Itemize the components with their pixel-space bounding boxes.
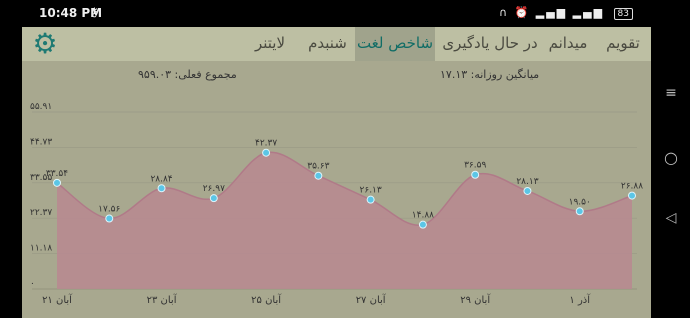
x-axis-labels: ۲۱ آبان ۲۳ آبان ۲۵ آبان ۲۷ آبان ۲۹ آبان ۱ آذر <box>42 293 591 306</box>
data-label: ۳۳.۵۴ <box>46 169 68 179</box>
alarm-icon: ⏰ <box>514 6 531 19</box>
x-tick-label: ۲۱ آبان <box>42 293 73 306</box>
headphones-icon: ∩ <box>499 6 510 19</box>
y-tick-label: ۴۴.۷۳ <box>30 137 52 147</box>
data-point[interactable] <box>575 207 584 216</box>
data-label: ۲۶.۸۸ <box>621 182 643 192</box>
data-point[interactable] <box>157 184 166 193</box>
data-point[interactable] <box>523 186 532 195</box>
tab-calendar[interactable]: تقویم <box>600 27 646 61</box>
app-screen: 10:48 PM ⚷ ∩ ⏰ ▂▄▆ ▂▄▆ 83 ⚙ لایتنر شنبدم… <box>22 0 651 318</box>
data-label: ۲۶.۹۷ <box>203 184 225 194</box>
data-point[interactable] <box>53 178 61 187</box>
status-bar: 10:48 PM ⚷ ∩ ⏰ ▂▄▆ ▂▄▆ 83 <box>22 0 651 27</box>
data-point[interactable] <box>471 170 480 179</box>
signal-icon: ▂▄▆ <box>572 6 605 19</box>
current-total-label: مجموع فعلی: ۹۵۹.۰۳ <box>138 68 237 81</box>
signal-icon: ▂▄▆ <box>535 6 568 19</box>
data-label: ۱۴.۸۸ <box>412 211 434 221</box>
tab-known[interactable]: میدانم <box>543 27 593 61</box>
data-point[interactable] <box>262 148 271 157</box>
data-label: ۱۷.۵۶ <box>98 205 120 215</box>
data-label: ۲۸.۱۳ <box>516 177 538 187</box>
data-label: ۳۵.۶۳ <box>307 162 329 172</box>
data-point[interactable] <box>209 194 218 203</box>
data-point[interactable] <box>366 195 375 204</box>
y-axis-labels: ۰۱۱.۱۸۲۲.۳۷۳۳.۵۵۴۴.۷۳۵۵.۹۱ <box>30 102 52 289</box>
status-icons: ∩ ⏰ ▂▄▆ ▂▄▆ 83 <box>499 6 633 20</box>
data-label: ۳۶.۵۹ <box>464 161 486 171</box>
data-label: ۴۲.۳۷ <box>255 139 277 149</box>
tab-heard[interactable]: شنبدم <box>305 27 350 61</box>
data-label: ۲۶.۱۳ <box>360 186 382 196</box>
tab-leitner[interactable]: لایتنر <box>250 27 290 61</box>
data-point[interactable] <box>105 214 114 223</box>
back-icon[interactable]: ◁ <box>661 210 681 226</box>
data-label: ۲۸.۸۴ <box>150 174 172 184</box>
chart-area <box>57 152 632 289</box>
battery-icon: 83 <box>613 8 633 20</box>
key-icon: ⚷ <box>90 5 99 19</box>
x-tick-label: ۲۵ آبان <box>251 293 282 306</box>
y-tick-label: ۱۱.۱۸ <box>30 244 52 254</box>
data-point[interactable] <box>628 191 636 200</box>
top-toolbar: ⚙ لایتنر شنبدم شاخص لغت در حال یادگیری م… <box>22 27 651 61</box>
home-icon[interactable]: ○ <box>661 148 681 167</box>
data-point[interactable] <box>314 171 323 180</box>
tab-learning[interactable]: در حال یادگیری <box>440 27 540 61</box>
data-label: ۱۹.۵۰ <box>569 197 591 207</box>
y-tick-label: ۲۲.۳۷ <box>30 208 52 218</box>
x-tick-label: ۲۷ آبان <box>356 293 387 306</box>
vocabulary-index-chart: مجموع فعلی: ۹۵۹.۰۳ میانگین روزانه: ۱۷.۱۳… <box>30 68 643 306</box>
gear-icon[interactable]: ⚙ <box>30 29 60 59</box>
daily-average-label: میانگین روزانه: ۱۷.۱۳ <box>440 68 539 81</box>
x-tick-label: ۲۳ آبان <box>147 293 178 306</box>
system-nav-bar: ≡ ○ ◁ <box>651 0 690 318</box>
x-tick-label: ۲۹ آبان <box>460 293 491 306</box>
tab-word-index[interactable]: شاخص لغت <box>355 27 435 61</box>
menu-icon[interactable]: ≡ <box>661 85 681 101</box>
x-tick-label: ۱ آذر <box>569 293 591 306</box>
data-point[interactable] <box>418 220 427 229</box>
y-tick-label: ۰ <box>30 279 35 289</box>
y-tick-label: ۵۵.۹۱ <box>30 102 52 112</box>
